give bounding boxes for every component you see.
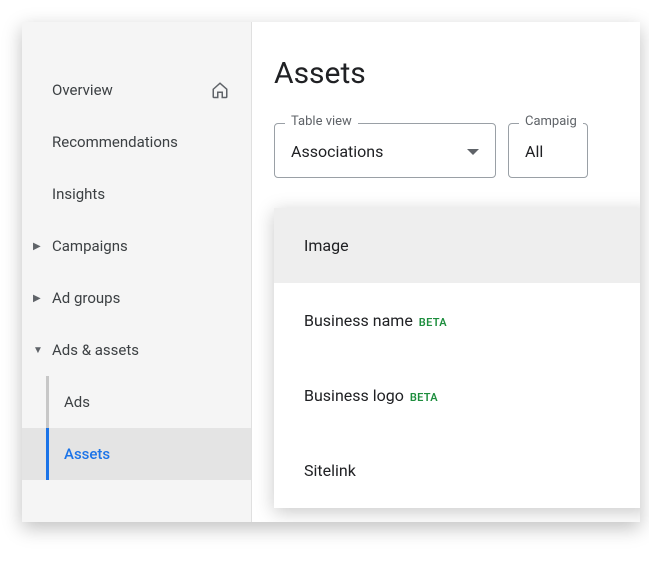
sidebar-item-label: Overview [52,81,113,99]
sidebar-item-label: Ads & assets [52,341,139,359]
table-view-value: Associations [291,142,479,161]
filter-row: Table view Associations Image Business n… [274,123,640,178]
sidebar-subitems: Ads Assets [22,376,251,480]
beta-badge: BETA [410,391,438,404]
main-panel: Assets Table view Associations Image Bus… [252,22,640,522]
sidebar-item-label: Ad groups [52,289,120,307]
asset-type-dropdown: Image Business name BETA Business logo B… [274,208,640,508]
campaign-select[interactable]: Campaig All [508,123,588,178]
campaign-value: All [525,142,571,161]
caret-right-icon: ▶ [33,241,41,252]
sidebar-subitem-assets[interactable]: Assets [22,428,251,480]
table-view-select[interactable]: Table view Associations Image Business n… [274,123,496,178]
sidebar-item-insights[interactable]: Insights [22,168,251,220]
beta-badge: BETA [419,316,447,329]
sidebar-item-ads-assets[interactable]: ▼ Ads & assets [22,324,251,376]
chevron-down-icon [467,149,479,155]
sidebar-subitem-ads[interactable]: Ads [22,376,251,428]
sidebar: Overview Recommendations Insights ▶ Camp… [22,22,252,522]
campaign-legend: Campaig [519,114,583,129]
dropdown-item-label: Business logo [304,386,404,405]
dropdown-item-image[interactable]: Image [274,208,640,283]
sidebar-item-label: Insights [52,185,105,203]
sidebar-item-recommendations[interactable]: Recommendations [22,116,251,168]
dropdown-item-business-name[interactable]: Business name BETA [274,283,640,358]
dropdown-item-business-logo[interactable]: Business logo BETA [274,358,640,433]
sidebar-item-campaigns[interactable]: ▶ Campaigns [22,220,251,272]
active-rail [46,428,49,480]
page-title: Assets [274,56,640,91]
table-view-legend: Table view [285,114,358,129]
sidebar-item-label: Recommendations [52,133,178,151]
sidebar-item-ad-groups[interactable]: ▶ Ad groups [22,272,251,324]
dropdown-item-label: Sitelink [304,461,356,480]
select-text: All [525,142,543,161]
sidebar-subitem-label: Ads [64,393,90,411]
caret-right-icon: ▶ [33,293,41,304]
sidebar-item-overview[interactable]: Overview [22,64,251,116]
select-text: Associations [291,142,383,161]
dropdown-item-label: Image [304,236,349,255]
app-frame: Overview Recommendations Insights ▶ Camp… [22,22,640,522]
home-icon [211,81,229,99]
caret-down-icon: ▼ [33,345,43,356]
dropdown-item-sitelink[interactable]: Sitelink [274,433,640,508]
sidebar-item-label: Campaigns [52,237,128,255]
sidebar-subitem-label: Assets [64,445,110,463]
dropdown-item-label: Business name [304,311,413,330]
active-rail [46,376,49,428]
